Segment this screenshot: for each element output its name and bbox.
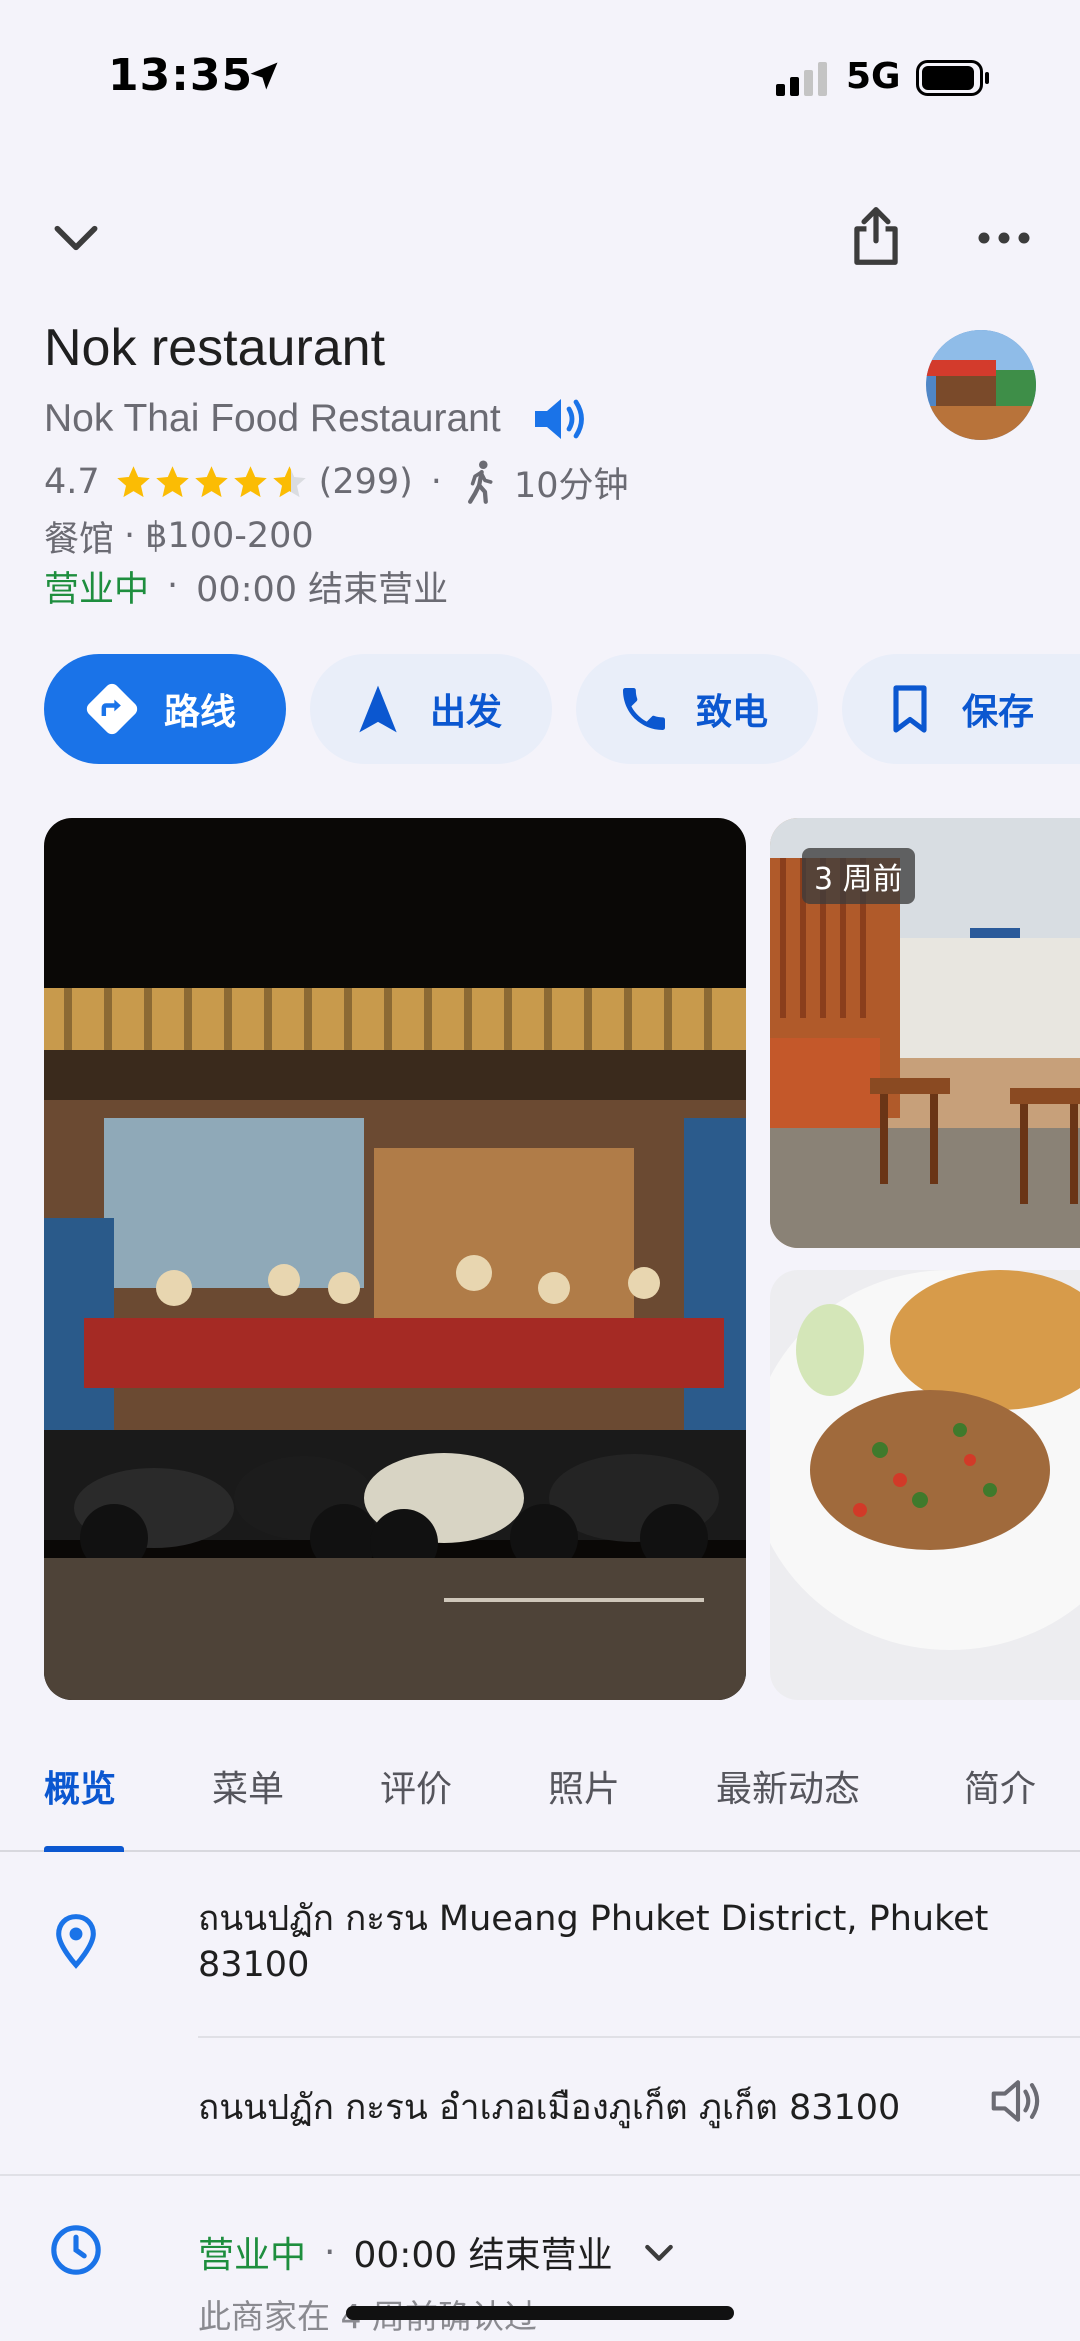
status-time: 13:35 — [108, 50, 254, 101]
tab-reviews[interactable]: 评价 — [380, 1760, 452, 1812]
start-button[interactable]: 出发 — [310, 654, 552, 764]
save-button[interactable]: 保存 — [842, 654, 1080, 764]
star-icon — [116, 465, 150, 497]
battery-icon — [916, 60, 989, 96]
chevron-down-icon[interactable] — [639, 2232, 679, 2272]
directions-icon — [86, 683, 138, 735]
network-type: 5G — [846, 56, 901, 97]
place-thumbnail[interactable] — [926, 330, 1036, 440]
save-label: 保存 — [962, 692, 1035, 733]
call-button[interactable]: 致电 — [576, 654, 818, 764]
call-label: 致电 — [696, 692, 769, 733]
closing-time: 00:00 结束营业 — [196, 569, 449, 610]
tab-about[interactable]: 简介 — [964, 1760, 1036, 1812]
separator-dot: · — [167, 566, 179, 606]
tab-photos[interactable]: 照片 — [548, 1760, 620, 1812]
pronounce-speaker-icon[interactable] — [531, 392, 591, 446]
tab-overview[interactable]: 概览 — [44, 1760, 116, 1812]
address-local[interactable]: ถนนปฏัก กะรน อำเภอเมืองภูเก็ต ภูเก็ต 831… — [198, 2080, 900, 2135]
hours-summary-row[interactable]: 营业中 · 00:00 结束营业 — [44, 560, 448, 612]
more-dots-icon — [978, 232, 1030, 244]
start-label: 出发 — [430, 692, 503, 733]
directions-button[interactable]: 路线 — [44, 654, 286, 764]
alt-name-row: Nok Thai Food Restaurant — [44, 392, 591, 446]
phone-icon — [623, 688, 665, 730]
star-icon — [194, 465, 228, 497]
star-half-icon — [272, 465, 306, 497]
share-button[interactable] — [838, 198, 914, 274]
tab-bar: 概览 菜单 评价 照片 最新动态 简介 — [0, 1740, 1080, 1852]
clock-icon — [51, 2225, 101, 2275]
separator-dot: · — [124, 516, 136, 556]
navigation-arrow-icon — [359, 685, 397, 733]
divider — [198, 2036, 1080, 2038]
interior-photo[interactable]: 3 周前 — [770, 818, 1080, 1248]
location-arrow-icon — [250, 62, 278, 90]
location-pin-icon — [56, 1914, 96, 1969]
separator-dot: · — [430, 462, 442, 502]
collapse-button[interactable] — [38, 200, 114, 276]
open-status: 营业中 — [44, 569, 150, 610]
category: 餐馆 — [44, 519, 115, 560]
storefront-photo[interactable] — [44, 818, 746, 1700]
food-photo[interactable] — [770, 1270, 1080, 1700]
status-bar: 13:35 5G — [0, 0, 1080, 150]
hours-row[interactable]: 营业中 · 00:00 结束营业 — [198, 2226, 679, 2278]
divider — [0, 2174, 1080, 2176]
category-row: 餐馆 · ฿100-200 — [44, 510, 314, 562]
signal-bars-icon — [776, 62, 827, 96]
rating-stars — [114, 463, 309, 502]
active-tab-indicator — [44, 1846, 124, 1852]
tab-updates[interactable]: 最新动态 — [716, 1760, 860, 1812]
rating-row[interactable]: 4.7 (299) · 10分钟 — [44, 456, 628, 508]
hours-closing: 00:00 结束营业 — [353, 2235, 613, 2276]
star-icon — [233, 465, 267, 497]
directions-label: 路线 — [164, 692, 237, 733]
bookmark-icon — [893, 685, 927, 733]
place-title: Nok restaurant — [44, 319, 386, 377]
price-range: ฿100-200 — [145, 516, 314, 556]
rating-value: 4.7 — [44, 462, 100, 502]
walking-icon — [467, 460, 493, 504]
walk-time: 10分钟 — [513, 465, 629, 506]
chevron-down-icon — [54, 225, 98, 251]
speaker-icon[interactable] — [990, 2076, 1046, 2126]
review-count: (299) — [318, 462, 413, 502]
home-indicator[interactable] — [346, 2306, 734, 2320]
separator-dot: · — [324, 2231, 336, 2273]
address-primary[interactable]: ถนนปฏัก กะรน Mueang Phuket District, Phu… — [198, 1896, 1038, 1988]
star-icon — [155, 465, 189, 497]
tab-menu[interactable]: 菜单 — [212, 1760, 284, 1812]
share-icon — [854, 207, 898, 265]
hours-open-status: 营业中 — [198, 2235, 307, 2276]
more-options-button[interactable] — [966, 200, 1042, 276]
place-alt-name: Nok Thai Food Restaurant — [44, 397, 501, 440]
photo-age-badge: 3 周前 — [802, 848, 915, 904]
